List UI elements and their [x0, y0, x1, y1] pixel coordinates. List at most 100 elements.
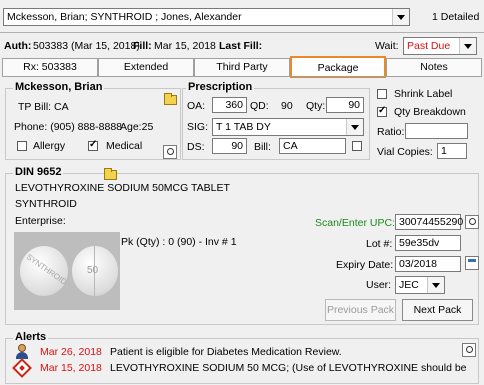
ratio-label: Ratio:: [377, 126, 405, 138]
warning-diamond-core: [19, 365, 25, 371]
tab-notes[interactable]: Notes: [386, 58, 482, 76]
bill-label: Bill:: [254, 141, 271, 153]
pill-back: 50: [72, 246, 118, 296]
tab-rx[interactable]: Rx: 503383: [2, 58, 98, 76]
tab-third-party-label: Third Party: [216, 61, 268, 73]
magnifier-icon[interactable]: [462, 343, 476, 357]
wait-label: Wait:: [375, 40, 399, 52]
qty-field[interactable]: 90: [326, 97, 364, 113]
sig-value: T 1 TAB DY: [216, 121, 271, 133]
alert-date: Mar 26, 2018: [40, 346, 102, 358]
pill-image: SYNTHROID 50: [14, 232, 120, 310]
pill-imprint: SYNTHROID: [24, 252, 69, 287]
sig-select[interactable]: T 1 TAB DY: [212, 118, 364, 136]
vial-copies-field[interactable]: 1: [437, 143, 467, 159]
allergy-label: Allergy: [33, 140, 66, 152]
alert-text[interactable]: Patient is eligible for Diabetes Medicat…: [110, 346, 342, 358]
calendar-icon-header: [468, 259, 476, 262]
lot-label: Lot #:: [366, 238, 393, 250]
chevron-down-icon[interactable]: [427, 277, 444, 293]
patient-phone: Phone: (905) 888-8888: [14, 121, 122, 133]
previous-pack-button[interactable]: Previous Pack: [325, 299, 396, 321]
sig-label: SIG:: [187, 121, 209, 133]
qty-breakdown-checkbox[interactable]: [377, 105, 387, 117]
patient-name: Mckesson, Brian: [13, 81, 105, 93]
magnifier-icon[interactable]: [163, 145, 177, 159]
medical-label: Medical: [106, 140, 143, 152]
tab-strip-line: [2, 76, 482, 77]
bill-checkbox[interactable]: [352, 141, 362, 151]
alerts-title: Alerts: [13, 331, 49, 343]
chevron-down-icon[interactable]: [459, 38, 476, 54]
next-pack-label: Next Pack: [413, 304, 462, 316]
last-fill-label: Last Fill:: [219, 40, 263, 52]
qty-label: Qty:: [306, 100, 326, 112]
qd-label: QD:: [250, 100, 269, 112]
qd-value: 90: [281, 100, 293, 112]
folder-icon[interactable]: [104, 168, 117, 180]
enterprise-label: Enterprise:: [15, 215, 66, 227]
fill-label: Fill:: [133, 40, 152, 52]
upc-value: 30074455290: [399, 216, 464, 228]
tab-extended-label: Extended: [123, 61, 169, 73]
qty-value: 90: [348, 99, 360, 111]
user-value: JEC: [399, 279, 419, 291]
folder-icon[interactable]: [164, 93, 177, 105]
pill-imprint-2: 50: [87, 265, 99, 276]
drug-brand: SYNTHROID: [15, 198, 77, 210]
rx-window: Mckesson, Brian; SYNTHROID ; Jones, Alex…: [0, 0, 484, 385]
wait-value: Past Due: [407, 40, 451, 52]
fill-value: Mar 15, 2018: [154, 40, 216, 52]
pk-inventory: Pk (Qty) : 0 (90) - Inv # 1: [121, 236, 237, 248]
oa-value: 360: [225, 99, 243, 111]
alert-text[interactable]: LEVOTHYROXINE SODIUM 50 MCG; (Use of LEV…: [110, 362, 467, 374]
magnifier-icon[interactable]: [465, 215, 479, 229]
patient-age: Age:25: [120, 121, 154, 133]
next-pack-button[interactable]: Next Pack: [402, 299, 473, 321]
ds-field[interactable]: 90: [212, 138, 247, 154]
tab-package[interactable]: Package: [290, 56, 386, 78]
oa-field[interactable]: 360: [212, 97, 247, 113]
medical-checkbox[interactable]: [88, 139, 98, 151]
tab-package-label: Package: [317, 62, 359, 74]
upc-field[interactable]: 30074455290: [395, 214, 464, 230]
tp-bill: TP Bill: CA: [18, 101, 69, 113]
detail-count: 1 Detailed: [432, 11, 480, 23]
previous-pack-label: Previous Pack: [326, 304, 395, 316]
allergy-checkbox[interactable]: [17, 141, 27, 151]
person-head: [18, 344, 26, 352]
shrink-label-checkbox[interactable]: [377, 89, 387, 99]
expiry-field[interactable]: 03/2018: [395, 256, 461, 272]
wait-select[interactable]: Past Due: [403, 37, 477, 55]
calendar-icon[interactable]: [465, 256, 479, 270]
shrink-label-label: Shrink Label: [394, 88, 453, 100]
expiry-value: 03/2018: [399, 258, 437, 270]
vial-copies-label: Vial Copies:: [377, 146, 433, 158]
ds-value: 90: [231, 140, 243, 152]
drug-name: LEVOTHYROXINE SODIUM 50MCG TABLET: [15, 182, 230, 194]
tab-third-party[interactable]: Third Party: [194, 58, 290, 76]
bill-field[interactable]: CA: [279, 138, 346, 154]
tab-extended[interactable]: Extended: [98, 58, 194, 76]
alert-date: Mar 15, 2018: [40, 362, 102, 374]
ratio-field[interactable]: [405, 123, 468, 139]
din-number: DIN 9652: [13, 166, 64, 178]
ds-label: DS:: [187, 141, 205, 153]
auth-label: Auth:: [4, 40, 32, 52]
chevron-down-icon[interactable]: [392, 9, 409, 25]
tab-notes-label: Notes: [420, 61, 448, 73]
patient-rx-select[interactable]: Mckesson, Brian; SYNTHROID ; Jones, Alex…: [3, 8, 410, 26]
lot-field[interactable]: 59e35dv: [395, 235, 461, 251]
user-select[interactable]: JEC: [395, 276, 445, 294]
bill-value: CA: [283, 140, 298, 152]
lot-value: 59e35dv: [399, 237, 440, 249]
prescription-title: Prescription: [186, 81, 255, 93]
chevron-down-icon[interactable]: [346, 119, 363, 135]
vial-copies-value: 1: [441, 145, 447, 157]
oa-label: OA:: [187, 100, 206, 112]
auth-value: 503383 (Mar 15, 2018): [33, 40, 140, 52]
user-label: User:: [366, 279, 392, 291]
qty-breakdown-label: Qty Breakdown: [394, 106, 466, 118]
alerts-group: [5, 338, 479, 384]
pill-front: SYNTHROID: [20, 246, 68, 296]
